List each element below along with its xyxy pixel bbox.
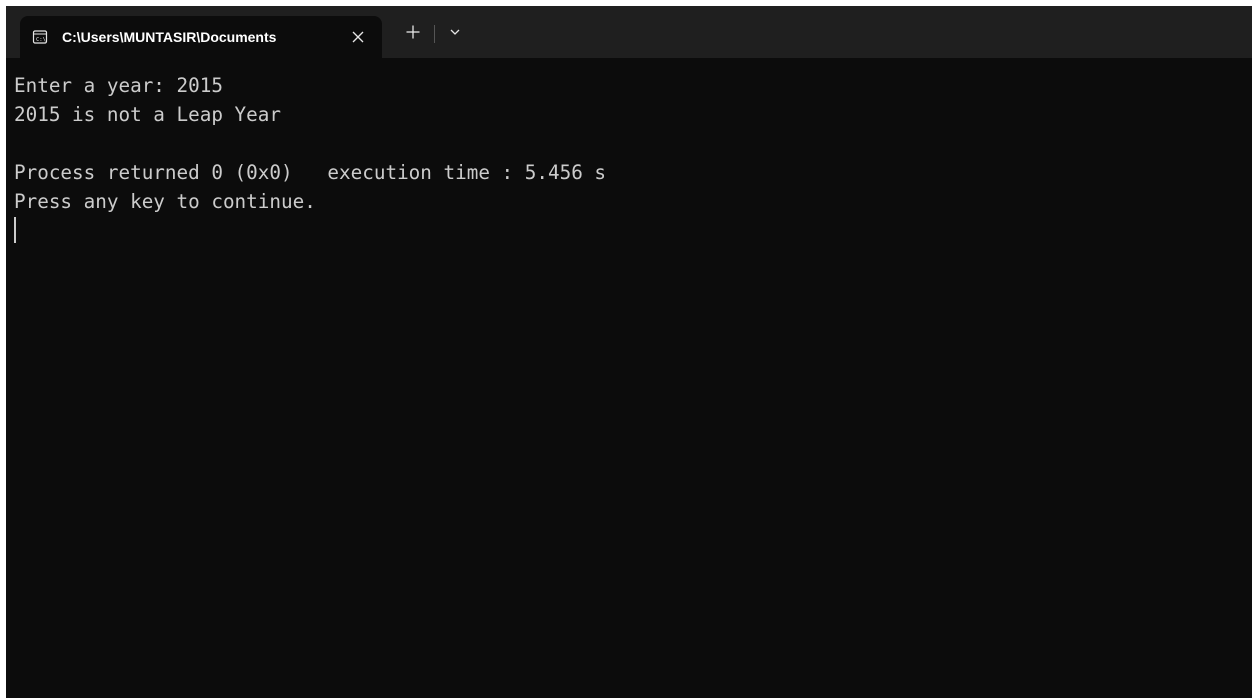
- terminal-line: Enter a year: 2015: [14, 74, 223, 97]
- terminal-line: Process returned 0 (0x0) execution time …: [14, 161, 607, 184]
- tab-active[interactable]: C:\ C:\Users\MUNTASIR\Documents: [20, 16, 382, 58]
- plus-icon: [405, 24, 421, 45]
- tab-title: C:\Users\MUNTASIR\Documents: [62, 29, 277, 45]
- terminal-output[interactable]: Enter a year: 2015 2015 is not a Leap Ye…: [6, 58, 1252, 698]
- svg-text:C:\: C:\: [36, 37, 46, 43]
- terminal-line: Press any key to continue.: [14, 190, 316, 213]
- terminal-line: 2015 is not a Leap Year: [14, 103, 281, 126]
- title-bar: C:\ C:\Users\MUNTASIR\Documents: [6, 6, 1252, 58]
- terminal-window: C:\ C:\Users\MUNTASIR\Documents Enter a …: [6, 6, 1252, 698]
- tab-separator: [434, 25, 435, 43]
- new-tab-button[interactable]: [398, 19, 428, 49]
- close-icon[interactable]: [343, 22, 373, 52]
- tab-dropdown-button[interactable]: [440, 19, 470, 49]
- console-icon: C:\: [32, 29, 48, 45]
- text-cursor: [14, 217, 16, 243]
- chevron-down-icon: [449, 25, 461, 43]
